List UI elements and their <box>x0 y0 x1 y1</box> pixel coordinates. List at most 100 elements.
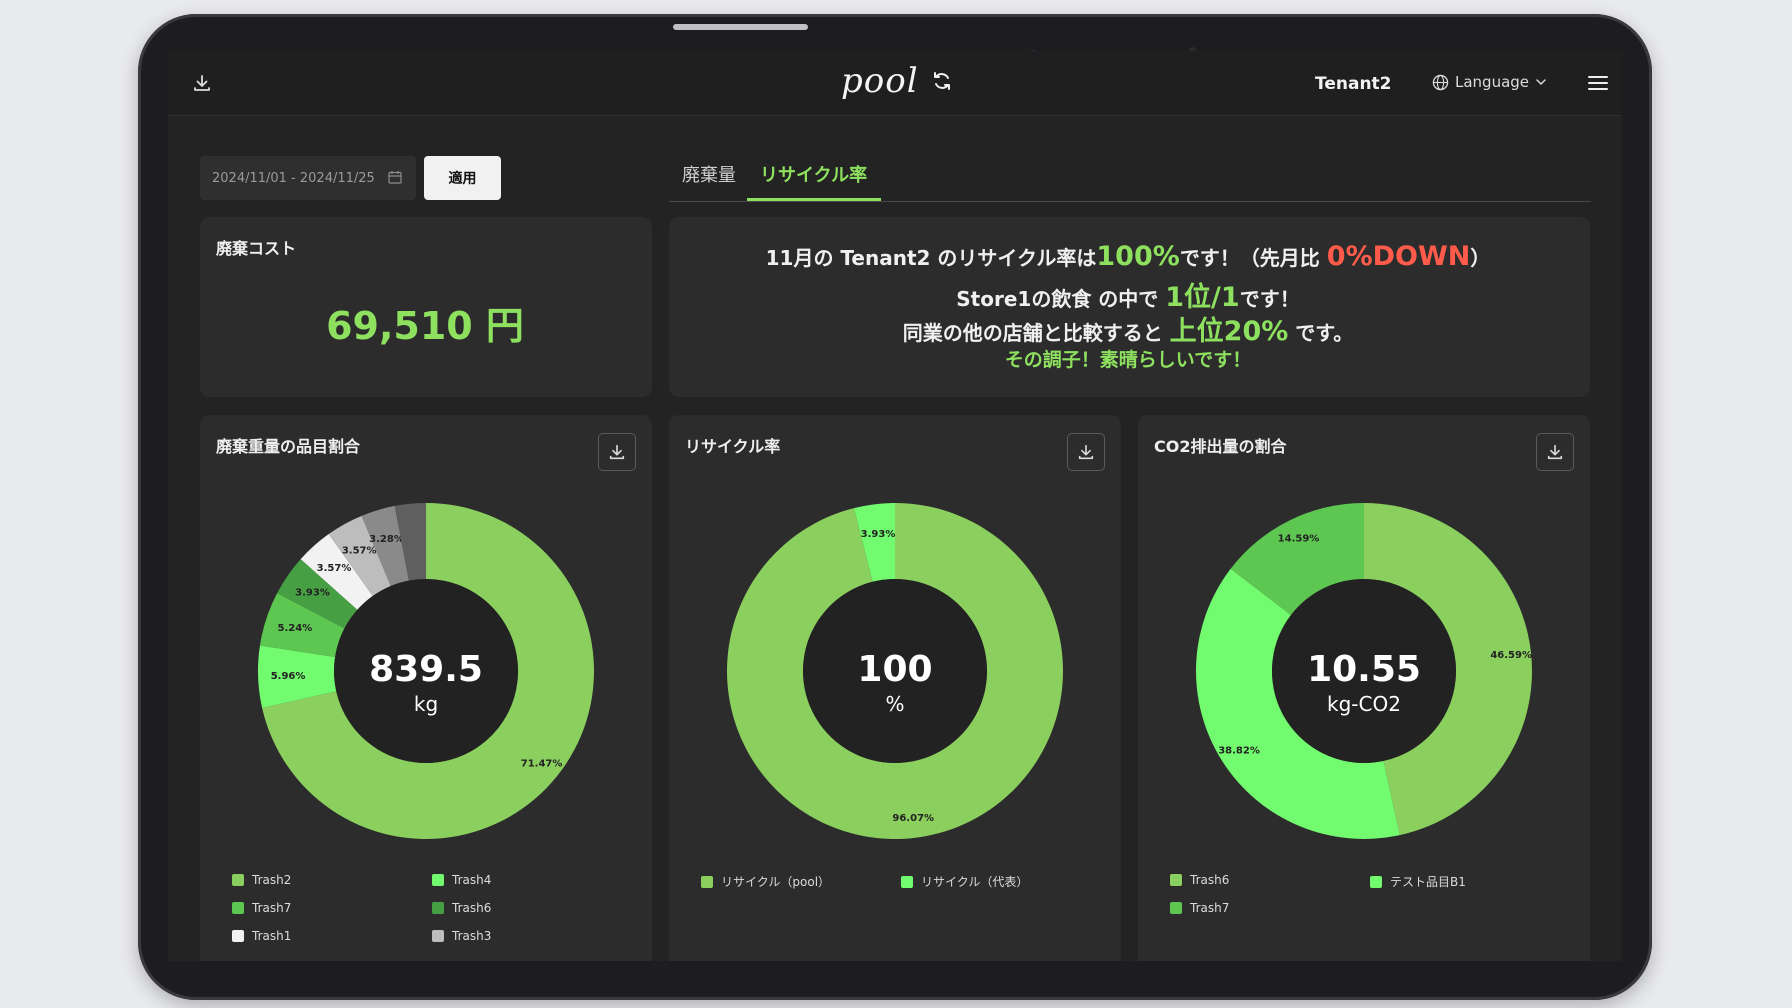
active-tab-indicator <box>747 198 881 201</box>
slice-label: 3.28% <box>369 534 404 545</box>
legend-swatch <box>232 874 244 886</box>
slice-label: 3.57% <box>317 563 352 574</box>
legend-item[interactable]: Trash1 <box>232 929 291 943</box>
cost-value: 69,510 円 <box>326 304 524 348</box>
message-text: です。 <box>1288 321 1354 345</box>
menu-icon[interactable] <box>1586 71 1610 95</box>
legend-item[interactable]: テスト品目B1 <box>1370 873 1466 890</box>
tab-bar: 廃棄量 リサイクル率 <box>669 151 1591 202</box>
chevron-down-icon <box>1536 79 1546 86</box>
legend-item[interactable]: Trash7 <box>1170 901 1229 915</box>
legend-item[interactable]: リサイクル（代表） <box>901 873 1028 890</box>
legend-swatch <box>901 875 913 888</box>
legend-label: テスト品目B1 <box>1390 875 1466 889</box>
chart-title: CO2排出量の割合 <box>1154 437 1287 456</box>
recycle-rate-chart-card: リサイクル率 96.07% 3.93% 100% リサイクル（pool） リサイクル（… <box>669 415 1121 961</box>
legend-label: Trash6 <box>452 901 492 915</box>
slice-label: 5.96% <box>271 671 306 682</box>
center-value: 839.5 <box>369 649 483 690</box>
slice-label: 38.82% <box>1218 745 1260 756</box>
download-chart-button[interactable] <box>1067 433 1105 471</box>
top-percent-highlight: 上位20% <box>1169 316 1289 347</box>
legend-item[interactable]: Trash6 <box>1170 873 1229 887</box>
slice-label: 3.93% <box>861 529 896 540</box>
co2-donut-chart: 46.59% 38.82% 14.59% 10.55kg-CO2 <box>1196 503 1533 839</box>
legend-item[interactable]: Trash7 <box>232 901 291 915</box>
slice-label: 5.24% <box>278 623 313 634</box>
tablet-top-button <box>673 24 808 30</box>
language-label: Language <box>1455 73 1530 91</box>
slice-label: 14.59% <box>1278 533 1320 544</box>
download-icon <box>1547 444 1563 460</box>
legend-swatch <box>232 930 244 942</box>
slice-label: 71.47% <box>521 758 563 769</box>
apply-button[interactable]: 適用 <box>424 156 501 200</box>
center-value: 10.55 <box>1307 649 1421 690</box>
tab-waste-amount[interactable]: 廃棄量 <box>682 161 736 187</box>
message-text: です！ <box>1239 287 1300 311</box>
app-logo[interactable]: pool <box>841 61 953 101</box>
legend-item[interactable]: Trash3 <box>432 929 491 943</box>
legend-item[interactable]: Trash4 <box>432 873 491 887</box>
legend-item[interactable]: リサイクル（pool） <box>701 873 830 890</box>
legend-label: リサイクル（pool） <box>721 875 831 889</box>
logo-text: pool <box>841 61 919 101</box>
language-selector[interactable]: Language <box>1432 73 1547 91</box>
center-unit: kg-CO2 <box>1327 692 1401 716</box>
date-range-value: 2024/11/01 - 2024/11/25 <box>212 170 375 186</box>
legend-swatch <box>701 875 713 888</box>
download-icon <box>1078 444 1094 460</box>
message-line-3: 同業の他の店舗と比較すると 上位20% です。 <box>669 309 1587 348</box>
globe-icon <box>1432 74 1449 90</box>
slice-label: 96.07% <box>892 813 934 824</box>
legend-swatch <box>1370 875 1382 888</box>
message-card: 11月の Tenant2 のリサイクル率は100%です！（先月比 0%DOWN）… <box>669 217 1590 397</box>
date-range-picker[interactable]: 2024/11/01 - 2024/11/25 <box>200 156 416 200</box>
legend-swatch <box>432 930 444 942</box>
legend-label: Trash4 <box>452 873 492 887</box>
legend-label: Trash3 <box>452 929 492 943</box>
tab-recycle-rate[interactable]: リサイクル率 <box>760 161 867 187</box>
legend-label: Trash7 <box>1190 901 1230 915</box>
refresh-icon[interactable] <box>931 70 953 92</box>
chart-title: 廃棄重量の品目割合 <box>216 437 361 456</box>
legend-swatch <box>232 902 244 914</box>
center-value: 100 <box>857 649 932 690</box>
legend-swatch <box>432 874 444 886</box>
legend-label: Trash2 <box>252 873 292 887</box>
change-highlight: 0%DOWN <box>1326 241 1471 272</box>
center-unit: % <box>885 692 904 716</box>
download-icon[interactable] <box>190 71 214 95</box>
app-screen: pool Tenant2 Language 2024/11/01 - 2024/… <box>168 51 1622 961</box>
recycle-rate-highlight: 100% <box>1096 241 1180 272</box>
message-text: 11月の Tenant2 のリサイクル率は <box>765 246 1097 270</box>
waste-weight-chart-card: 廃棄重量の品目割合 71.47% 5.96% 5.24% 3.93% 3.57% 3.57… <box>200 415 652 961</box>
top-bar: pool Tenant2 Language <box>168 51 1622 116</box>
chart-title: リサイクル率 <box>685 437 781 456</box>
tenant-name[interactable]: Tenant2 <box>1315 74 1392 94</box>
waste-weight-donut-chart: 71.47%5.96%5.24%3.93%3.57%3.57%3.28%839.… <box>258 503 594 839</box>
legend-swatch <box>1170 902 1182 914</box>
message-text: ） <box>1470 246 1491 270</box>
cost-card: 廃棄コスト 69,510 円 <box>200 217 652 397</box>
legend-label: Trash6 <box>1190 873 1230 887</box>
recycle-rate-donut-chart: 96.07% 3.93% 100% <box>727 503 1063 839</box>
center-unit: kg <box>414 692 438 716</box>
message-text: 同業の他の店舗と比較すると <box>902 321 1170 345</box>
message-line-4: その調子！素晴らしいです！ <box>1004 349 1252 371</box>
calendar-icon <box>388 171 402 184</box>
legend-item[interactable]: Trash2 <box>232 873 291 887</box>
slice-label: 3.57% <box>342 545 377 556</box>
download-icon <box>609 444 625 460</box>
legend-item[interactable]: Trash6 <box>432 901 491 915</box>
message-text: です！（先月比 <box>1179 246 1327 270</box>
slice-label: 46.59% <box>1490 650 1532 661</box>
legend-label: Trash7 <box>252 901 292 915</box>
message-text: Store1の飲食 の中で <box>956 287 1166 311</box>
download-chart-button[interactable] <box>598 433 636 471</box>
download-chart-button[interactable] <box>1536 433 1574 471</box>
legend-swatch <box>1170 874 1182 886</box>
legend-swatch <box>432 902 444 914</box>
legend-label: リサイクル（代表） <box>921 875 1029 889</box>
cost-card-title: 廃棄コスト <box>216 239 297 258</box>
